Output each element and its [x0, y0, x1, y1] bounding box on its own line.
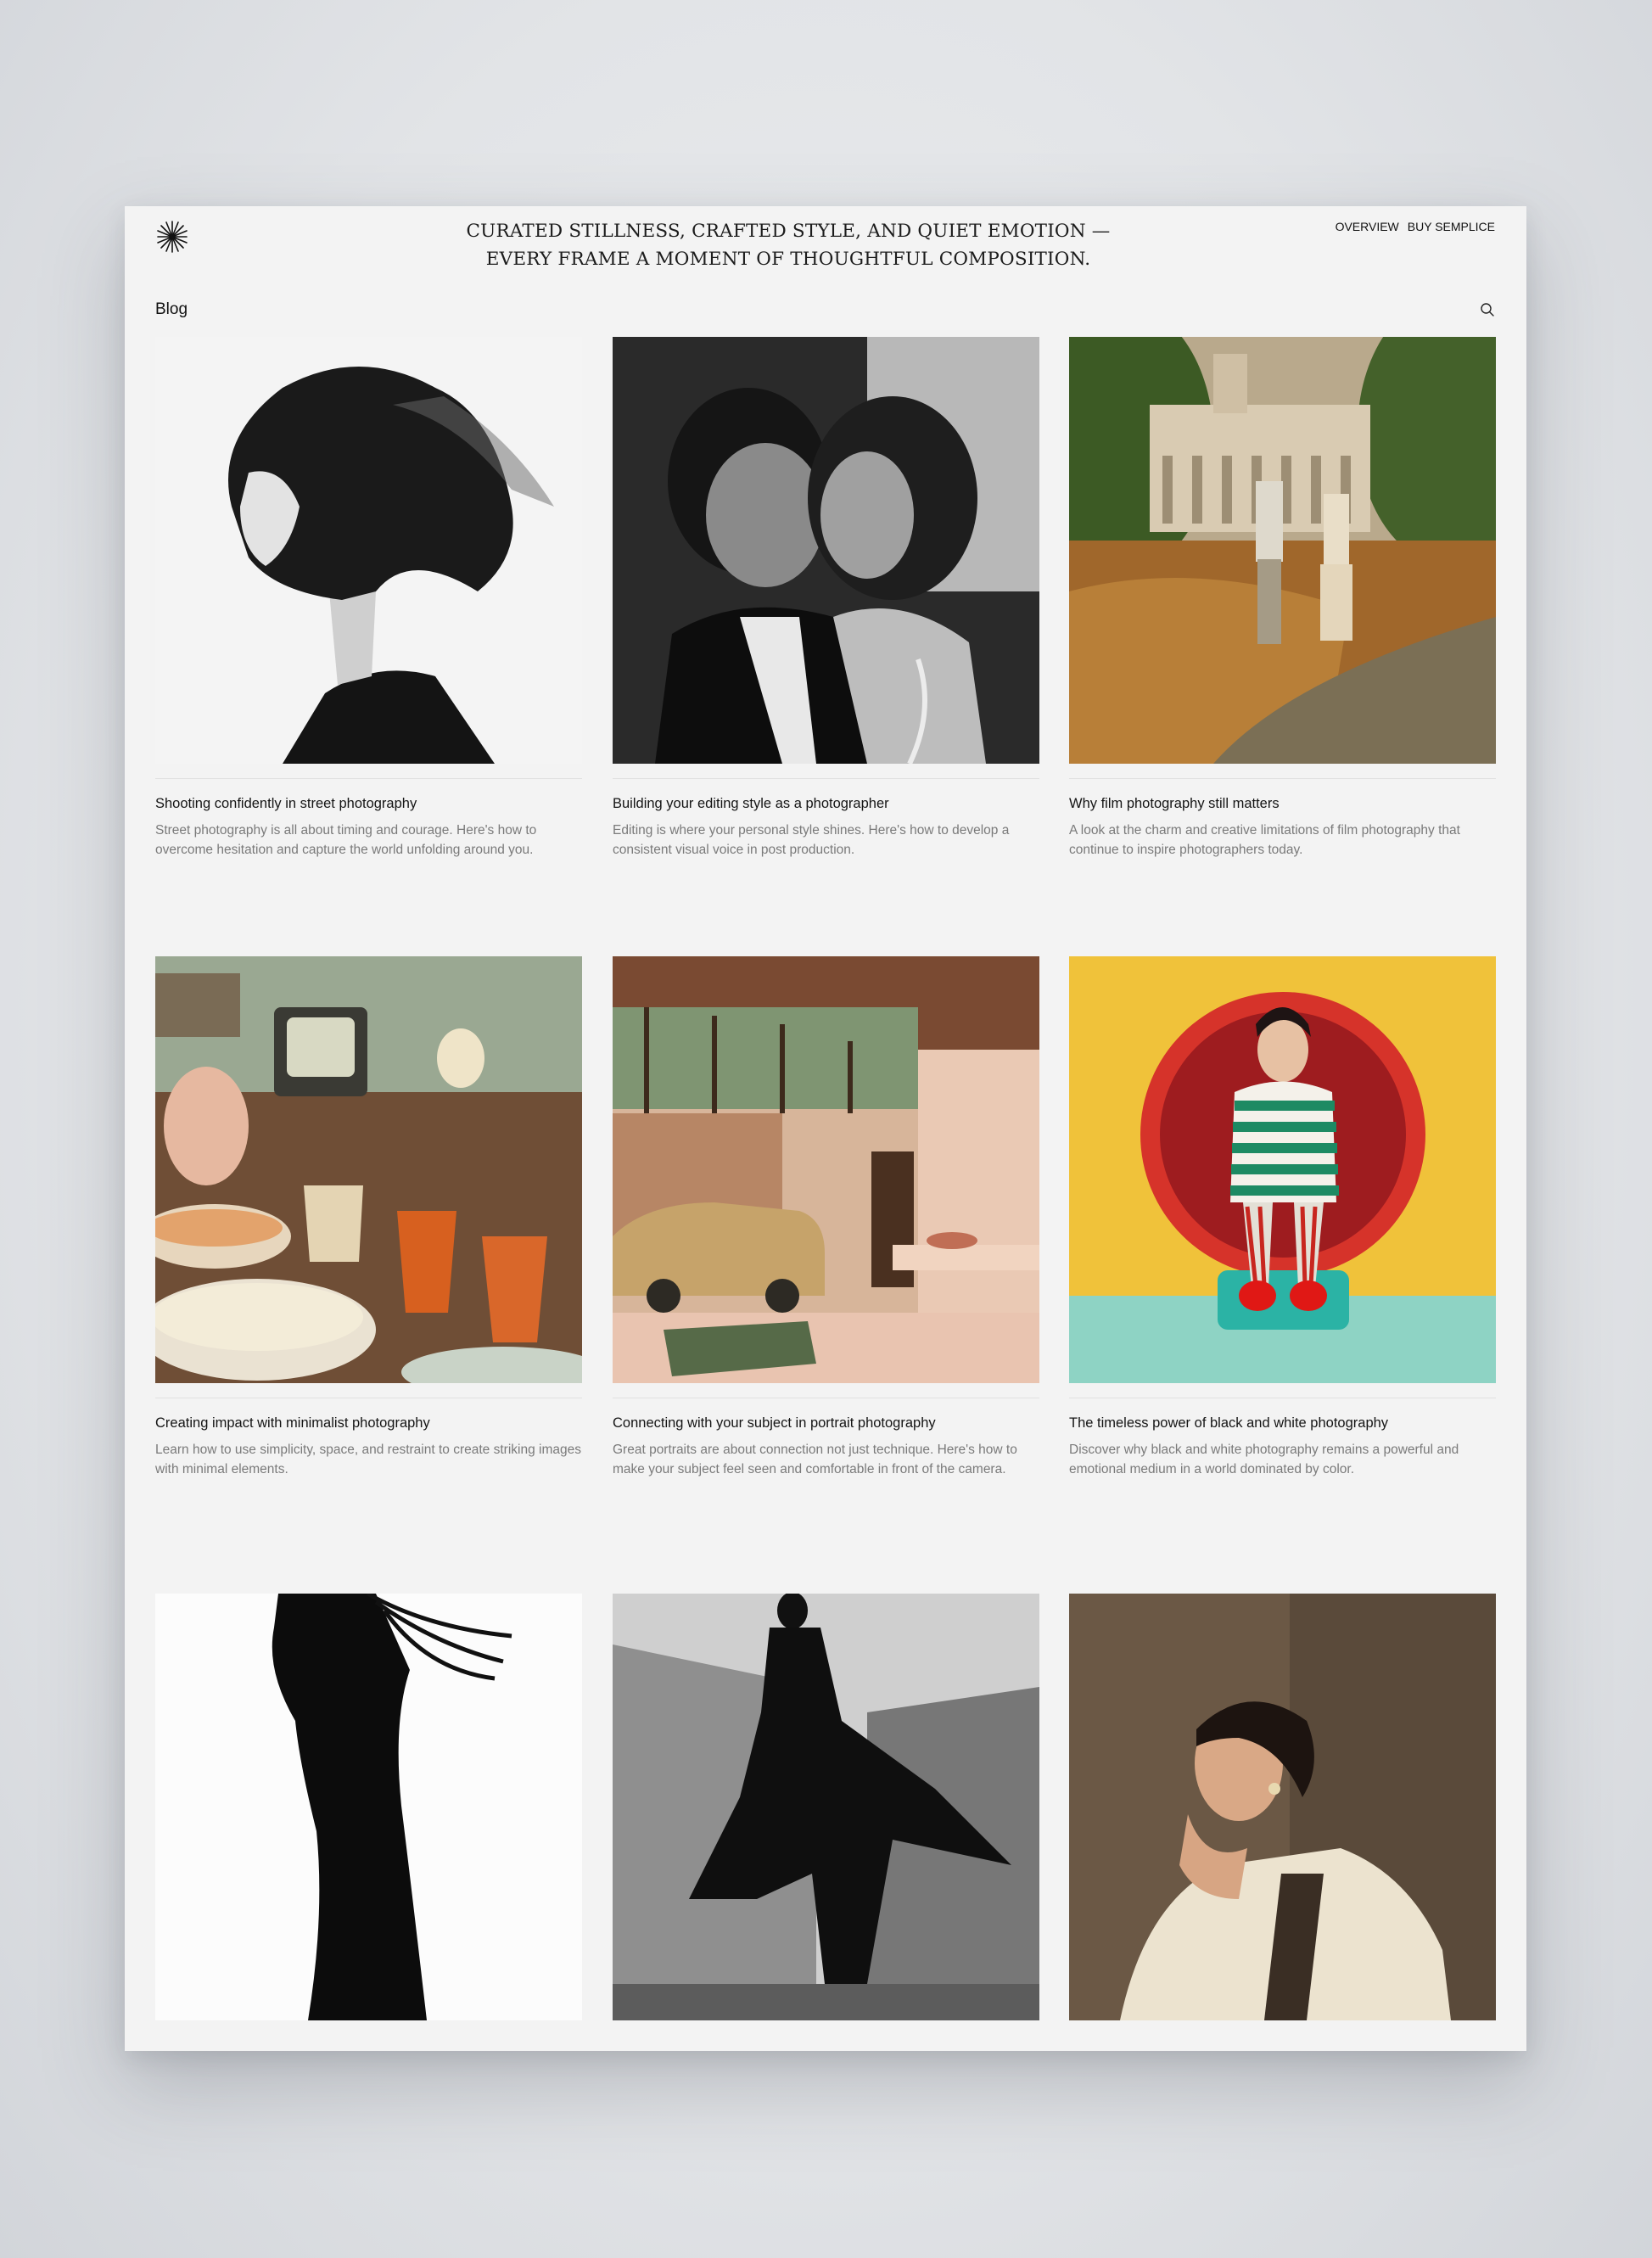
post-card[interactable]: Shooting confidently in street photograp… — [155, 337, 582, 860]
post-title[interactable]: The timeless power of black and white ph… — [1069, 1414, 1496, 1432]
nav-overview-link[interactable]: OVERVIEW — [1336, 220, 1399, 233]
post-title[interactable]: Building your editing style as a photogr… — [613, 794, 1039, 813]
post-description: A look at the charm and creative limitat… — [1069, 823, 1460, 857]
post-card[interactable]: Building your editing style as a photogr… — [613, 337, 1039, 860]
asterisk-logo-icon[interactable] — [155, 220, 189, 254]
post-thumbnail-silhouette-dress[interactable] — [155, 1594, 582, 2020]
site-tagline: CURATED STILLNESS, CRAFTED STYLE, AND QU… — [466, 221, 1111, 270]
post-description: Great portraits are about connection not… — [613, 1443, 1017, 1476]
post-card[interactable]: Why film photography still matters A loo… — [1069, 337, 1496, 860]
post-thumbnail-red-circle-portrait[interactable] — [1069, 956, 1496, 1383]
post-description: Editing is where your personal style shi… — [613, 823, 1010, 857]
post-card[interactable] — [613, 1594, 1039, 2020]
post-thumbnail-thoughtful-portrait[interactable] — [1069, 1594, 1496, 2020]
search-icon[interactable] — [1479, 301, 1496, 318]
post-thumbnail-park-couple[interactable] — [1069, 337, 1496, 764]
card-divider — [613, 778, 1039, 779]
blog-page: CURATED STILLNESS, CRAFTED STYLE, AND QU… — [125, 206, 1526, 2051]
post-thumbnail-couple-bw[interactable] — [613, 337, 1039, 764]
post-description: Street photography is all about timing a… — [155, 823, 537, 857]
post-thumbnail-concrete-figure[interactable] — [613, 1594, 1039, 2020]
card-divider — [155, 778, 582, 779]
nav-buy-semplice-link[interactable]: BUY SEMPLICE — [1408, 220, 1495, 233]
post-description: Learn how to use simplicity, space, and … — [155, 1443, 581, 1476]
post-title[interactable]: Why film photography still matters — [1069, 794, 1496, 813]
section-title: Blog — [155, 300, 188, 318]
post-card[interactable] — [155, 1594, 582, 2020]
post-card[interactable]: Creating impact with minimalist photogra… — [155, 956, 582, 1479]
post-title[interactable]: Shooting confidently in street photograp… — [155, 794, 582, 813]
post-thumbnail-garage-interior[interactable] — [613, 956, 1039, 1383]
top-nav: OVERVIEW BUY SEMPLICE — [1336, 220, 1495, 233]
post-card[interactable] — [1069, 1594, 1496, 2020]
post-title[interactable]: Creating impact with minimalist photogra… — [155, 1414, 582, 1432]
post-card[interactable]: The timeless power of black and white ph… — [1069, 956, 1496, 1479]
post-thumbnail-popcorn-tv[interactable] — [155, 956, 582, 1383]
post-card[interactable]: Connecting with your subject in portrait… — [613, 956, 1039, 1479]
post-title[interactable]: Connecting with your subject in portrait… — [613, 1414, 1039, 1432]
post-thumbnail-bob-haircut[interactable] — [155, 337, 582, 764]
post-description: Discover why black and white photography… — [1069, 1443, 1459, 1476]
card-divider — [1069, 778, 1496, 779]
